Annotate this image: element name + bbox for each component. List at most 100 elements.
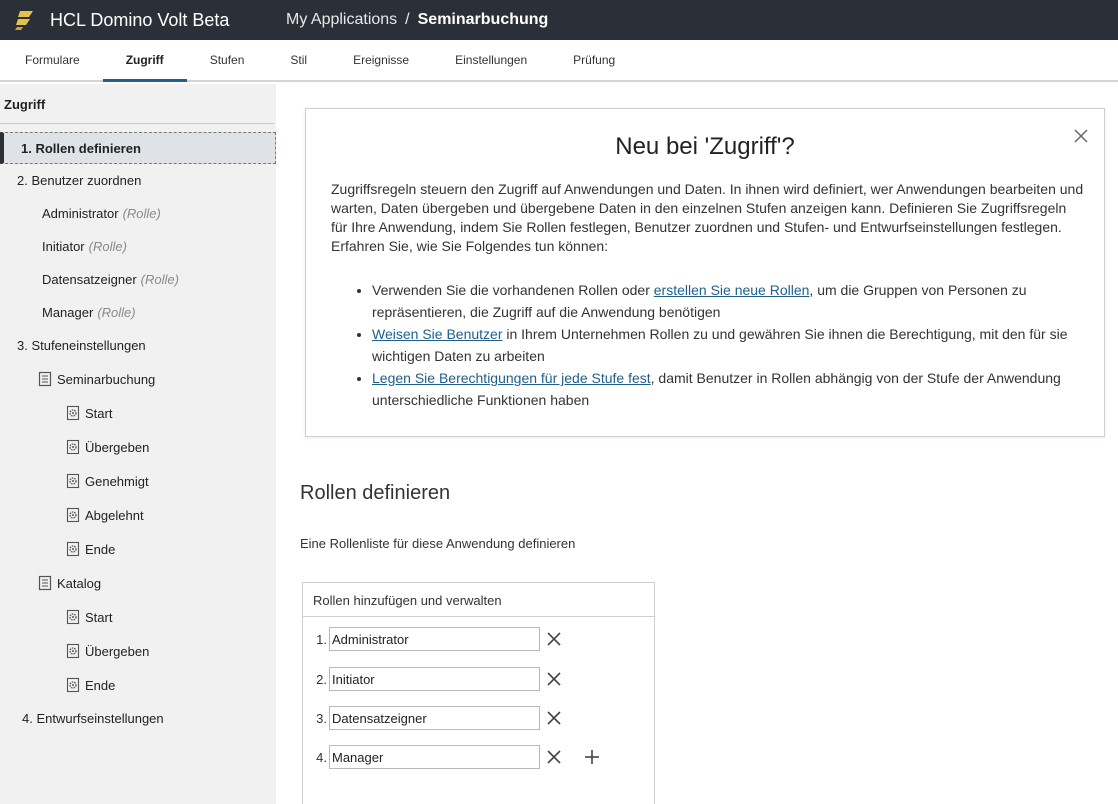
role-number: 2. — [316, 671, 327, 687]
form-icon — [38, 575, 52, 591]
sidebar-item-label: Abgelehnt — [85, 507, 144, 523]
role-name-input[interactable] — [329, 706, 540, 730]
sidebar-item-stage-abgelehnt[interactable]: Abgelehnt — [0, 498, 276, 532]
intro-title: Neu bei 'Zugriff'? — [615, 133, 795, 160]
sidebar-item-label: Start — [85, 609, 113, 625]
role-number: 4. — [316, 749, 327, 765]
tab-einstellungen[interactable]: Einstellungen — [432, 40, 550, 80]
sidebar-item-label: 2. Benutzer zuordnen — [17, 173, 142, 188]
role-number: 3. — [316, 710, 327, 726]
breadcrumb-separator: / — [405, 11, 410, 28]
gear-icon — [66, 473, 80, 489]
plus-icon[interactable] — [584, 749, 600, 765]
sidebar-item-benutzer-zuordnen[interactable]: 2. Benutzer zuordnen — [0, 164, 276, 197]
sidebar-item-stufeneinstellungen[interactable]: 3. Stufeneinstellungen — [0, 329, 276, 362]
sidebar-item-label: Katalog — [57, 575, 102, 591]
sidebar-item-katalog-ende[interactable]: Ende — [0, 668, 276, 702]
sidebar-item-form-katalog[interactable]: Katalog — [0, 566, 276, 600]
sidebar-item-rollen-definieren[interactable]: 1. Rollen definieren — [0, 132, 276, 164]
role-number: 1. — [316, 631, 327, 647]
app-title: HCL Domino Volt Beta — [50, 9, 230, 30]
sidebar-item-katalog-uebergeben[interactable]: Übergeben — [0, 634, 276, 668]
role-name-input[interactable] — [329, 667, 540, 691]
close-icon[interactable] — [546, 749, 562, 765]
close-icon[interactable] — [546, 631, 562, 647]
role-row: 1. — [303, 627, 562, 651]
role-tag: (Rolle) — [88, 239, 127, 254]
intro-bullet: Weisen Sie Benutzer in Ihrem Unternehmen… — [372, 323, 1092, 367]
intro-text: Zugriffsregeln steuern den Zugriff auf A… — [331, 181, 1084, 254]
sidebar-item-stage-start[interactable]: Start — [0, 396, 276, 430]
tab-zugriff[interactable]: Zugriff — [102, 40, 187, 82]
sidebar-item-label: Seminarbuchung — [57, 371, 156, 387]
sidebar-item-label: 4. Entwurfseinstellungen — [22, 711, 164, 726]
tab-stufen[interactable]: Stufen — [187, 40, 268, 80]
sidebar-item-stage-uebergeben[interactable]: Übergeben — [0, 430, 276, 464]
gear-icon — [66, 677, 80, 693]
sidebar-item-administrator[interactable]: Administrator (Rolle) — [0, 197, 276, 230]
sidebar-item-manager[interactable]: Manager (Rolle) — [0, 296, 276, 329]
breadcrumb-current: Seminarbuchung — [417, 11, 549, 28]
close-icon[interactable] — [546, 710, 562, 726]
role-row: 3. — [303, 706, 562, 730]
sidebar-item-katalog-start[interactable]: Start — [0, 600, 276, 634]
sidebar-item-initiator[interactable]: Initiator (Rolle) — [0, 230, 276, 263]
bullet-text: Verwenden Sie die vorhandenen Rollen ode… — [372, 282, 654, 298]
sidebar-item-label: Initiator — [42, 239, 85, 254]
sidebar-item-label: Genehmigt — [85, 473, 149, 489]
gear-icon — [66, 507, 80, 523]
assign-users-link[interactable]: Weisen Sie Benutzer — [372, 326, 502, 342]
tab-pruefung[interactable]: Prüfung — [550, 40, 638, 80]
sidebar-item-datensatzeigner[interactable]: Datensatzeigner (Rolle) — [0, 263, 276, 296]
sidebar-item-label: 3. Stufeneinstellungen — [17, 338, 146, 353]
tab-ereignisse[interactable]: Ereignisse — [330, 40, 432, 80]
intro-panel: Neu bei 'Zugriff'? Zugriffsregeln steuer… — [305, 108, 1105, 437]
sidebar-title: Zugriff — [0, 84, 274, 124]
sidebar-item-form-seminarbuchung[interactable]: Seminarbuchung — [0, 362, 276, 396]
gear-icon — [66, 405, 80, 421]
sidebar-item-label: Übergeben — [85, 439, 150, 455]
section-description: Eine Rollenliste für diese Anwendung def… — [300, 536, 576, 551]
sidebar-item-label: Übergeben — [85, 643, 150, 659]
sidebar-item-label: Ende — [85, 541, 116, 557]
breadcrumb-my-applications[interactable]: My Applications — [286, 11, 397, 29]
top-bar: HCL Domino Volt Beta My Applications / S… — [0, 0, 1118, 40]
tab-stil[interactable]: Stil — [267, 40, 330, 80]
volt-logo-icon — [15, 11, 33, 30]
sidebar-item-label: Start — [85, 405, 113, 421]
role-row: 2. — [303, 667, 562, 691]
sidebar-item-label: 1. Rollen definieren — [21, 140, 141, 156]
section-title: Rollen definieren — [300, 482, 451, 504]
sidebar-item-stage-ende[interactable]: Ende — [0, 532, 276, 566]
role-row: 4. — [303, 745, 600, 769]
roles-panel-header: Rollen hinzufügen und verwalten — [303, 583, 654, 617]
sidebar-item-label: Manager — [42, 305, 94, 320]
close-icon[interactable] — [546, 671, 562, 687]
main-content: Neu bei 'Zugriff'? Zugriffsregeln steuer… — [276, 84, 1118, 804]
sidebar: Zugriff 1. Rollen definieren 2. Benutzer… — [0, 84, 276, 804]
sidebar-nav: 1. Rollen definieren 2. Benutzer zuordne… — [0, 132, 276, 735]
sidebar-item-label: Administrator — [42, 206, 119, 221]
intro-bullet: Legen Sie Berechtigungen für jede Stufe … — [372, 367, 1092, 411]
sidebar-item-stage-genehmigt[interactable]: Genehmigt — [0, 464, 276, 498]
intro-bullet: Verwenden Sie die vorhandenen Rollen ode… — [372, 279, 1092, 323]
gear-icon — [66, 643, 80, 659]
form-icon — [38, 371, 52, 387]
role-tag: (Rolle) — [140, 272, 179, 287]
role-name-input[interactable] — [329, 745, 540, 769]
roles-panel: Rollen hinzufügen und verwalten 1. 2. 3.… — [302, 582, 655, 804]
tab-bar: Formulare Zugriff Stufen Stil Ereignisse… — [0, 40, 1118, 82]
sidebar-item-entwurfseinstellungen[interactable]: 4. Entwurfseinstellungen — [0, 702, 276, 735]
role-tag: (Rolle) — [122, 206, 161, 221]
gear-icon — [66, 609, 80, 625]
stage-permissions-link[interactable]: Legen Sie Berechtigungen für jede Stufe … — [372, 370, 651, 386]
sidebar-item-label: Datensatzeigner — [42, 272, 137, 287]
gear-icon — [66, 541, 80, 557]
role-name-input[interactable] — [329, 627, 540, 651]
gear-icon — [66, 439, 80, 455]
create-roles-link[interactable]: erstellen Sie neue Rollen — [654, 282, 810, 298]
role-tag: (Rolle) — [97, 305, 136, 320]
sidebar-item-label: Ende — [85, 677, 116, 693]
tab-formulare[interactable]: Formulare — [2, 40, 103, 80]
intro-bullet-list: Verwenden Sie die vorhandenen Rollen ode… — [352, 279, 1092, 411]
